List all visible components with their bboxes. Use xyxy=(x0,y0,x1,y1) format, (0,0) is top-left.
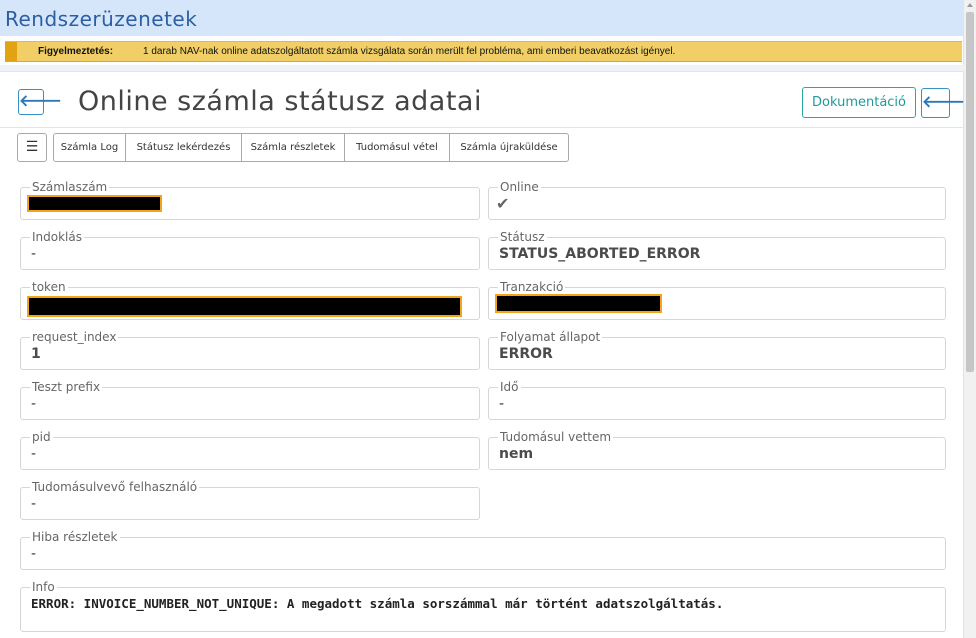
online-field: Online ✔ xyxy=(488,180,946,220)
field-label: Indoklás xyxy=(30,230,84,244)
error-details-field: Hiba részletek - xyxy=(20,530,946,570)
warning-stripe xyxy=(5,42,17,61)
vertical-scrollbar[interactable] xyxy=(963,0,976,638)
field-label: Tudomásulvevő felhasználó xyxy=(30,480,200,494)
back-button-right[interactable]: 🡐 xyxy=(921,88,965,118)
field-label: Info xyxy=(30,580,57,594)
field-value: - xyxy=(31,396,37,412)
back-button[interactable]: 🡐 xyxy=(18,89,62,115)
field-label: Folyamat állapot xyxy=(498,330,603,344)
scroll-thumb[interactable] xyxy=(966,12,974,372)
list-icon: ☰ xyxy=(25,139,39,155)
arrow-left-icon: 🡐 xyxy=(19,91,62,110)
field-label: Teszt prefix xyxy=(30,380,103,394)
field-value: - xyxy=(31,496,37,512)
transaction-field: Tranzakció xyxy=(488,280,946,320)
acknowledge-button[interactable]: Tudomásul vétel xyxy=(344,133,450,162)
field-label: Státusz xyxy=(498,230,547,244)
redacted-value xyxy=(495,294,662,313)
invoice-details-button[interactable]: Számla részletek xyxy=(241,133,345,162)
request-index-field: request_index 1 xyxy=(20,330,480,370)
field-value: 1 xyxy=(31,346,41,362)
field-label: request_index xyxy=(30,330,119,344)
check-icon: ✔ xyxy=(496,194,510,213)
arrow-left-icon: 🡐 xyxy=(922,92,965,111)
field-value: - xyxy=(31,246,37,262)
field-value: - xyxy=(31,446,37,462)
field-label: Online xyxy=(498,180,541,194)
warning-message: 1 darab NAV-nak online adatszolgáltatott… xyxy=(143,46,676,57)
time-field: Idő - xyxy=(488,380,946,420)
section-divider xyxy=(0,65,964,72)
field-label: Tranzakció xyxy=(498,280,566,294)
warning-banner: Figyelmeztetés: 1 darab NAV-nak online a… xyxy=(5,41,962,62)
field-value: ERROR: INVOICE_NUMBER_NOT_UNIQUE: A mega… xyxy=(31,596,724,611)
field-label: Hiba részletek xyxy=(30,530,120,544)
token-field: token xyxy=(20,280,480,320)
app-title: Rendszerüzenetek xyxy=(5,7,198,31)
warning-label: Figyelmeztetés: xyxy=(38,46,114,57)
status-query-button[interactable]: Státusz lekérdezés xyxy=(125,133,242,162)
reason-field: Indoklás - xyxy=(20,230,480,270)
title-divider xyxy=(0,127,964,128)
field-value: - xyxy=(499,396,505,412)
info-field: Info ERROR: INVOICE_NUMBER_NOT_UNIQUE: A… xyxy=(20,580,946,632)
pid-field: pid - xyxy=(20,430,480,470)
process-state-field: Folyamat állapot ERROR xyxy=(488,330,946,370)
invoice-number-field: Számlaszám xyxy=(20,180,480,220)
invoice-log-button[interactable]: Számla Log xyxy=(53,133,126,162)
field-value: nem xyxy=(499,446,534,462)
redacted-value xyxy=(27,195,162,212)
test-prefix-field: Teszt prefix - xyxy=(20,380,480,420)
resend-invoice-button[interactable]: Számla újraküldése xyxy=(449,133,569,162)
field-value: ERROR xyxy=(499,346,553,362)
scroll-up-icon[interactable] xyxy=(967,3,973,7)
acknowledging-user-field: Tudomásulvevő felhasználó - xyxy=(20,480,480,520)
field-label: Idő xyxy=(498,380,521,394)
acknowledged-field: Tudomásul vettem nem xyxy=(488,430,946,470)
field-value: STATUS_ABORTED_ERROR xyxy=(499,246,701,262)
page-title: Online számla státusz adatai xyxy=(78,86,482,117)
list-button[interactable]: ☰ xyxy=(17,133,47,162)
field-label: pid xyxy=(30,430,53,444)
status-field: Státusz STATUS_ABORTED_ERROR xyxy=(488,230,946,270)
field-label: token xyxy=(30,280,68,294)
system-messages-header: Rendszerüzenetek xyxy=(0,0,964,36)
field-label: Számlaszám xyxy=(30,180,110,194)
field-value: - xyxy=(31,546,37,562)
documentation-button[interactable]: Dokumentáció xyxy=(802,87,916,118)
field-label: Tudomásul vettem xyxy=(498,430,614,444)
redacted-value xyxy=(27,296,462,317)
